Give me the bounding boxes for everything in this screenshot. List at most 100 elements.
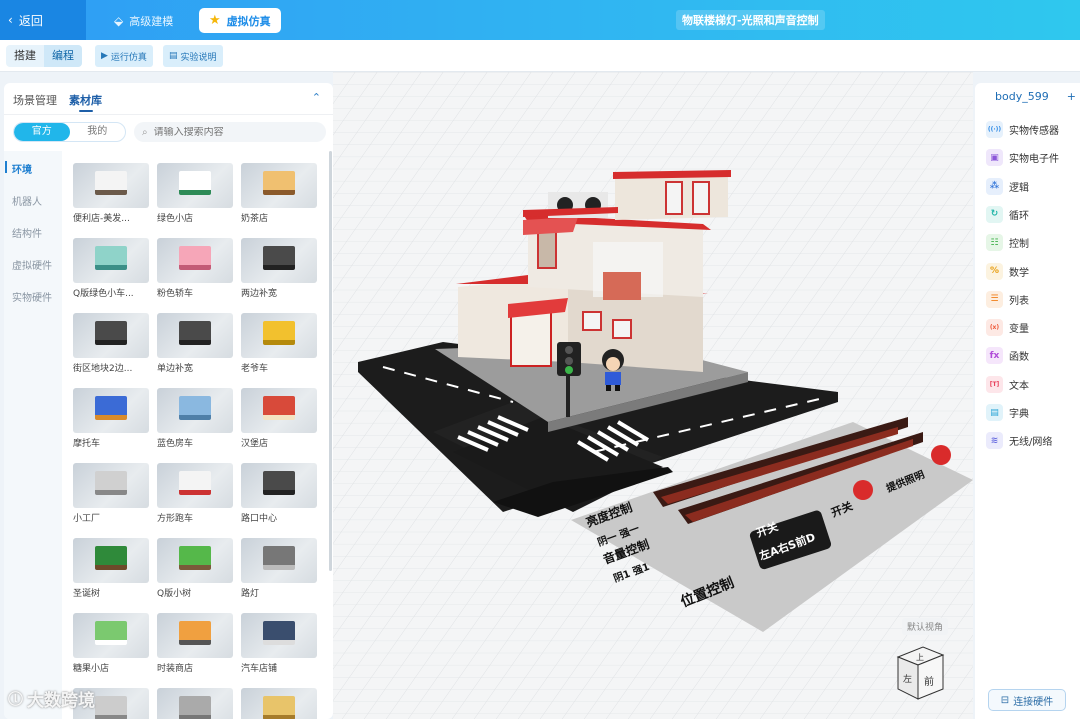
view-cube[interactable]: 上 左 前: [896, 646, 945, 700]
asset-label: 路灯: [241, 589, 260, 599]
block-category-loop[interactable]: ↻ 循环: [986, 205, 1029, 223]
asset-item[interactable]: 路口中心: [241, 463, 317, 524]
play-icon: ▶: [101, 51, 108, 61]
asset-item[interactable]: 方形跑车: [157, 463, 233, 524]
block-category-label: 实物电子件: [1009, 154, 1059, 166]
block-category-wifi[interactable]: ≋ 无线/网络: [986, 432, 1053, 450]
connect-hardware-button[interactable]: ⊟ 连接硬件: [988, 689, 1066, 711]
default-view-button[interactable]: 默认视角: [902, 618, 949, 635]
asset-label: 老爷车: [241, 364, 269, 374]
block-category-function[interactable]: fx 函数: [986, 347, 1029, 365]
asset-item[interactable]: 奶茶店: [241, 163, 317, 224]
asset-item[interactable]: 便利店-美发...: [73, 163, 149, 224]
asset-item[interactable]: 粉色轿车: [157, 238, 233, 299]
mine-toggle[interactable]: 我的: [70, 123, 126, 141]
asset-thumbnail: [157, 313, 233, 358]
sensor-icon: ((·)): [986, 121, 1003, 138]
search-icon: ⌕: [142, 126, 148, 138]
asset-item[interactable]: 时装商店: [157, 613, 233, 674]
function-icon: fx: [986, 347, 1003, 365]
tab-advanced-modeling-label: 高级建模: [129, 14, 174, 28]
block-category-logic[interactable]: ⁂ 逻辑: [986, 177, 1029, 195]
watermark-text: 大数跨境: [27, 691, 96, 711]
asset-item[interactable]: 汽车店铺: [241, 613, 317, 674]
asset-item[interactable]: Q版绿色小车...: [73, 238, 149, 299]
asset-label: 两边补宽: [241, 289, 278, 299]
loop-icon: ↻: [986, 205, 1003, 223]
tab-virtual-simulation[interactable]: ★ 虚拟仿真: [199, 8, 281, 33]
block-category-label: 无线/网络: [1009, 437, 1053, 449]
category-structure[interactable]: 结构件: [12, 225, 42, 240]
view-cube-left[interactable]: 左: [903, 673, 912, 685]
run-simulation-button[interactable]: ▶ 运行仿真: [95, 45, 153, 67]
asset-item[interactable]: [157, 688, 233, 719]
add-tab-icon[interactable]: +: [1067, 90, 1076, 103]
asset-item[interactable]: 汉堡店: [241, 388, 317, 449]
asset-thumbnail: [73, 388, 149, 433]
asset-thumbnail: [241, 238, 317, 283]
block-category-variable[interactable]: (x) 变量: [986, 319, 1029, 337]
asset-item[interactable]: Q版小树: [157, 538, 233, 599]
search-input[interactable]: [153, 126, 314, 138]
asset-item[interactable]: 小工厂: [73, 463, 149, 524]
scene-viewport[interactable]: 亮度控制 阴一 强一 音量控制 阴1 强1 位置控制 开关 左A右S前D 开关 …: [333, 72, 973, 719]
tab-asset-library[interactable]: 素材库: [69, 92, 102, 112]
sprite-tab[interactable]: body_599 +: [975, 83, 1080, 109]
watermark-logo-icon: ⓛ: [8, 690, 24, 708]
code-mode-button[interactable]: 编程: [44, 45, 82, 67]
asset-item[interactable]: 圣诞树: [73, 538, 149, 599]
asset-label: 粉色轿车: [157, 289, 194, 299]
asset-item[interactable]: 绿色小店: [157, 163, 233, 224]
block-category-text[interactable]: [T] 文本: [986, 375, 1029, 393]
scene-canvas[interactable]: 亮度控制 阴一 强一 音量控制 阴1 强1 位置控制 开关 左A右S前D 开关 …: [333, 72, 973, 719]
asset-label: 街区地块2边...: [73, 364, 133, 374]
list-icon: ☰: [986, 290, 1003, 308]
block-category-panel: ((·)) 实物传感器 ▣ 实物电子件 ⁂ 逻辑 ↻ 循环 ☷ 控制 % 数学 ☰ 列表 (x) 变量 fx 函数…: [975, 108, 1080, 719]
asset-item[interactable]: [241, 688, 317, 719]
asset-label: 糖果小店: [73, 664, 110, 674]
asset-label: 小工厂: [73, 514, 101, 524]
asset-search: ⌕: [134, 122, 326, 142]
control-icon: ☷: [986, 234, 1003, 252]
run-simulation-label: 运行仿真: [110, 52, 147, 63]
tab-scene-management[interactable]: 场景管理: [13, 92, 57, 108]
view-cube-top[interactable]: 上: [916, 653, 924, 662]
asset-item[interactable]: 老爷车: [241, 313, 317, 374]
block-category-chip[interactable]: ▣ 实物电子件: [986, 149, 1059, 167]
experiment-guide-label: 实验说明: [180, 52, 217, 63]
asset-scrollbar[interactable]: [329, 151, 332, 571]
tab-virtual-simulation-label: 虚拟仿真: [226, 14, 271, 28]
block-category-dictionary[interactable]: ▤ 字典: [986, 404, 1029, 421]
category-environment[interactable]: 环境: [5, 161, 32, 176]
asset-item[interactable]: 街区地块2边...: [73, 313, 149, 374]
asset-thumbnail: [157, 238, 233, 283]
sprite-tab-label: body_599: [995, 89, 1049, 103]
asset-thumbnail: [157, 688, 233, 719]
asset-thumbnail: [157, 163, 233, 208]
collapse-chevron-icon[interactable]: ⌃: [312, 91, 321, 104]
official-toggle[interactable]: 官方: [14, 123, 70, 141]
back-label: 返回: [18, 13, 43, 28]
block-category-control[interactable]: ☷ 控制: [986, 234, 1029, 252]
asset-label: 汉堡店: [241, 439, 269, 449]
asset-panel: 场景管理 素材库 ⌃ 官方 我的 ⌕ 环境 机器人 结构件 虚拟硬件 实物硬件 …: [4, 83, 333, 719]
asset-item[interactable]: 单边补宽: [157, 313, 233, 374]
view-cube-front[interactable]: 前: [924, 675, 934, 688]
asset-item[interactable]: 蓝色房车: [157, 388, 233, 449]
asset-item[interactable]: 路灯: [241, 538, 317, 599]
back-button[interactable]: ‹ 返回: [0, 0, 86, 40]
block-category-sensor[interactable]: ((·)) 实物传感器: [986, 121, 1059, 138]
category-physical-hardware[interactable]: 实物硬件: [12, 289, 52, 304]
block-category-label: 逻辑: [1009, 182, 1029, 194]
experiment-guide-button[interactable]: ▤ 实验说明: [163, 45, 223, 67]
block-category-list[interactable]: ☰ 列表: [986, 290, 1029, 308]
build-mode-button[interactable]: 搭建: [6, 45, 44, 67]
asset-item[interactable]: 糖果小店: [73, 613, 149, 674]
block-category-math[interactable]: % 数学: [986, 262, 1029, 280]
asset-item[interactable]: 两边补宽: [241, 238, 317, 299]
category-virtual-hardware[interactable]: 虚拟硬件: [12, 257, 52, 272]
asset-item[interactable]: 摩托车: [73, 388, 149, 449]
asset-label: 时装商店: [157, 664, 194, 674]
category-robot[interactable]: 机器人: [12, 193, 42, 208]
tab-advanced-modeling[interactable]: ⬙ 高级建模: [104, 8, 183, 33]
